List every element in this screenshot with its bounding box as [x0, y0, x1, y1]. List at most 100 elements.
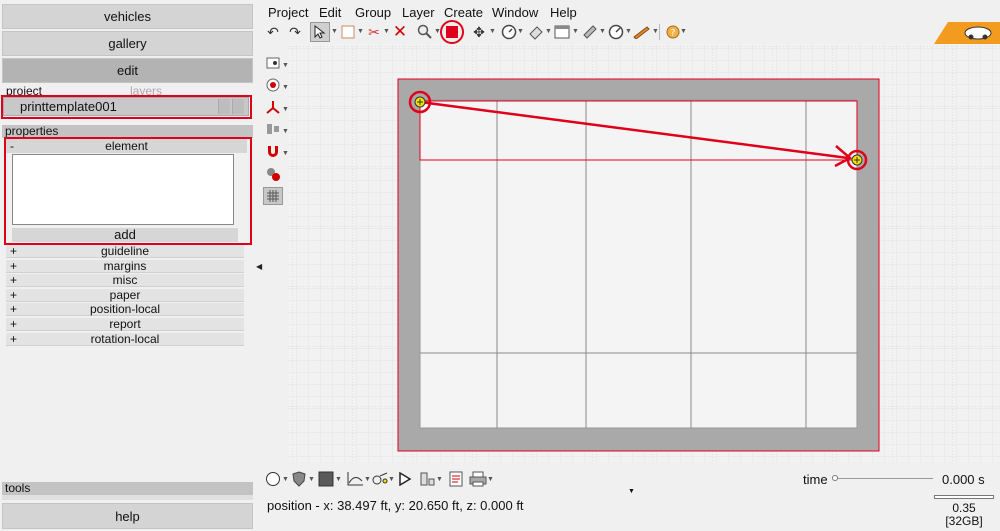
property-expand-sign[interactable]: + [10, 318, 17, 331]
property-label: rotation-local [90, 331, 160, 346]
eraser-icon[interactable] [526, 22, 546, 42]
gauge-dropdown-icon[interactable]: ▼ [625, 28, 632, 35]
property-expand-sign[interactable]: + [10, 259, 17, 273]
step-dropdown-icon[interactable]: ▼ [436, 476, 443, 483]
property-expand-sign[interactable]: + [10, 288, 17, 302]
collapse-panel-icon[interactable]: ◀ [256, 262, 262, 271]
grid-icon[interactable] [263, 187, 283, 205]
property-report[interactable]: + report [6, 318, 244, 331]
snap-point-icon[interactable] [263, 54, 283, 72]
gauge-icon[interactable] [606, 22, 626, 42]
circle-dropdown-icon[interactable]: ▼ [282, 476, 289, 483]
select-icon[interactable] [310, 22, 330, 42]
rectangle-icon[interactable] [338, 22, 358, 42]
clock-icon[interactable] [499, 22, 519, 42]
pencil-dropdown-icon[interactable]: ▼ [652, 28, 659, 35]
menu-project[interactable]: Project [268, 5, 308, 20]
circle-tool-icon[interactable] [263, 470, 283, 488]
property-label: report [109, 317, 141, 331]
printable-area [419, 99, 858, 429]
property-label: paper [109, 287, 141, 302]
eraser-dropdown-icon[interactable]: ▼ [545, 28, 552, 35]
canvas-svg [288, 44, 1000, 462]
property-misc[interactable]: + misc [6, 273, 244, 288]
select-dropdown-icon[interactable]: ▼ [331, 28, 338, 35]
property-paper[interactable]: + paper [6, 287, 244, 302]
ruler-dropdown-icon[interactable]: ▼ [599, 28, 606, 35]
align-icon[interactable] [263, 120, 283, 138]
shield-icon[interactable] [289, 470, 309, 488]
time-slider-track[interactable] [833, 478, 933, 479]
status-dropdown-icon[interactable]: ▼ [628, 488, 635, 495]
edit-button[interactable]: edit [2, 58, 253, 83]
app-logo-icon [934, 22, 1000, 44]
svg-text:?: ? [671, 29, 676, 39]
cut-dropdown-icon[interactable]: ▼ [383, 28, 390, 35]
time-label: time [803, 472, 828, 487]
property-label: misc [112, 273, 138, 288]
curve-icon[interactable] [370, 470, 390, 488]
highlight-project [1, 95, 252, 119]
move-icon[interactable]: ✥ [469, 22, 489, 42]
property-margins[interactable]: + margins [6, 258, 244, 273]
time-value: 0.000 s [942, 472, 985, 487]
cut-icon[interactable]: ✂ [364, 22, 384, 42]
memory-bar [934, 495, 994, 499]
window-icon[interactable] [552, 22, 572, 42]
property-label: guideline [100, 244, 150, 258]
property-expand-sign[interactable]: + [10, 303, 17, 316]
zoom-icon[interactable] [415, 22, 435, 42]
highlight-stop [440, 20, 464, 44]
ruler-icon[interactable] [580, 22, 600, 42]
property-label: position-local [89, 302, 161, 317]
menu-window[interactable]: Window [492, 5, 538, 20]
menu-group[interactable]: Group [355, 5, 391, 20]
vehicles-button[interactable]: vehicles [2, 4, 253, 29]
memory-total: [32GB] [945, 514, 983, 528]
gallery-button[interactable]: gallery [2, 31, 253, 56]
help-dropdown-icon[interactable]: ▼ [680, 28, 687, 35]
tools-area [2, 495, 253, 500]
graph-icon[interactable] [345, 470, 365, 488]
highlight-element [4, 137, 252, 245]
report-icon[interactable] [446, 470, 466, 488]
tools-header: tools [2, 482, 253, 495]
settings-icon[interactable] [263, 165, 283, 183]
printer-icon[interactable] [468, 470, 488, 488]
printer-dropdown-icon[interactable]: ▼ [487, 476, 494, 483]
memory-value: 0.35 [952, 501, 976, 515]
axis-icon[interactable] [263, 98, 283, 116]
delete-icon[interactable]: ✕ [390, 22, 410, 42]
property-guideline[interactable]: + guideline [6, 245, 244, 258]
fill-dropdown-icon[interactable]: ▼ [335, 476, 342, 483]
step-icon[interactable] [418, 470, 438, 488]
undo-icon[interactable]: ↶ [263, 22, 283, 42]
pencil-icon[interactable] [632, 22, 652, 42]
play-icon[interactable] [395, 470, 415, 488]
menu-help[interactable]: Help [550, 5, 577, 20]
magnet-icon[interactable] [263, 142, 283, 160]
redo-icon[interactable]: ↷ [285, 22, 305, 42]
shield-dropdown-icon[interactable]: ▼ [308, 476, 315, 483]
toolbar-separator [659, 24, 660, 40]
menu-create[interactable]: Create [444, 5, 483, 20]
window-dropdown-icon[interactable]: ▼ [572, 28, 579, 35]
rectangle-dropdown-icon[interactable]: ▼ [357, 28, 364, 35]
move-dropdown-icon[interactable]: ▼ [489, 28, 496, 35]
property-expand-sign[interactable]: + [10, 332, 17, 346]
menu-layer[interactable]: Layer [402, 5, 435, 20]
curve-dropdown-icon[interactable]: ▼ [388, 476, 395, 483]
property-label: margins [103, 258, 147, 273]
property-expand-sign[interactable]: + [10, 245, 17, 258]
clock-dropdown-icon[interactable]: ▼ [517, 28, 524, 35]
time-slider-knob[interactable] [832, 475, 838, 481]
left-panel: vehicles gallery edit project layers pri… [0, 0, 256, 531]
property-rotation-local[interactable]: + rotation-local [6, 331, 244, 346]
property-position-local[interactable]: + position-local [6, 302, 244, 317]
fill-color-icon[interactable] [316, 470, 336, 488]
help-button[interactable]: help [2, 503, 253, 529]
property-expand-sign[interactable]: + [10, 274, 17, 287]
target-icon[interactable] [263, 76, 283, 94]
menu-edit[interactable]: Edit [319, 5, 341, 20]
drawing-canvas[interactable] [288, 44, 1000, 462]
